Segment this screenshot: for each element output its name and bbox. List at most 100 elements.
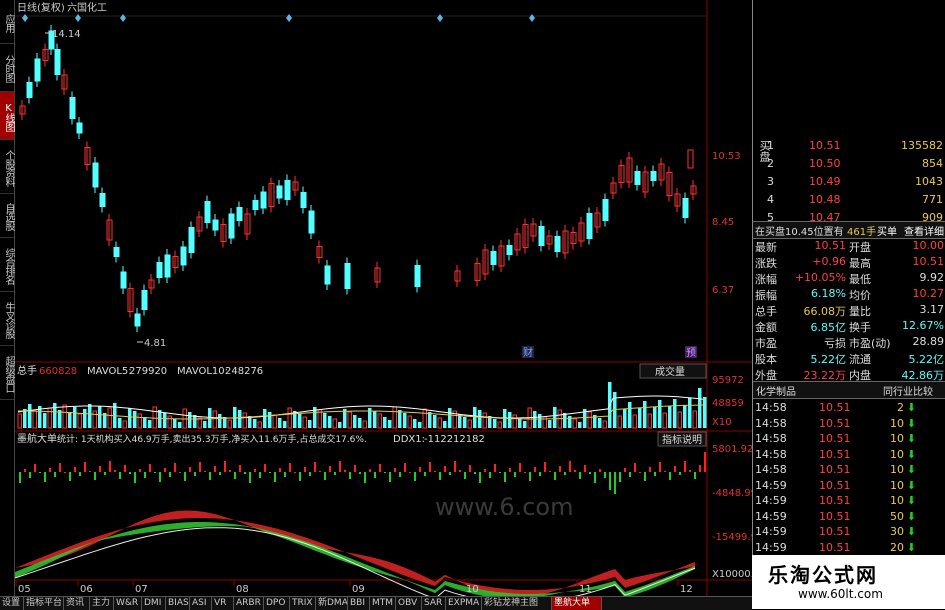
indicator-tab[interactable]: ARBR [234, 597, 264, 610]
candle [236, 207, 243, 221]
bid-volume: 135582 [901, 139, 943, 152]
ddx-bar [609, 472, 611, 490]
bid-row[interactable]: 1 10.51 135582 [767, 138, 945, 154]
sidebar-tab[interactable]: 牛叉诊股 [0, 292, 14, 346]
tab-industry[interactable]: 化学制品 [756, 383, 796, 398]
indicator-tab[interactable]: 彩钻龙神主图 [482, 597, 552, 610]
event-diamond[interactable] [120, 14, 126, 22]
buy-order-button[interactable]: 买单 [877, 223, 897, 238]
quote-label: 均价 [849, 289, 871, 302]
volume-bar [643, 401, 647, 428]
indicator-tab[interactable]: BIAS [166, 597, 190, 610]
quote-value: +10.05% [794, 271, 846, 284]
event-diamond[interactable] [286, 14, 292, 22]
indicator-tab[interactable]: TRIX [290, 597, 316, 610]
volume-bar [683, 405, 687, 428]
volume-bar [662, 412, 667, 429]
vol-ma5-value: 279920 [129, 366, 167, 377]
quote-label: 涨幅 [755, 273, 777, 286]
volume-bar [602, 420, 607, 429]
indicator-tab[interactable]: MTM [370, 597, 396, 610]
ddx-bar [269, 472, 271, 473]
volume-bar [692, 410, 697, 429]
candle [506, 245, 513, 255]
tick-volume: 20 [890, 540, 904, 554]
indicator-tab[interactable]: DMI [142, 597, 166, 610]
ddx-bar [429, 462, 431, 472]
vol-ma5-label: MAVOL5: [87, 366, 132, 377]
volume-bar [373, 411, 377, 428]
volume-bar [278, 418, 282, 428]
date-axis-label: 12 [680, 584, 693, 595]
ddx-bar [679, 472, 681, 475]
sidebar-tab[interactable]: 综合排名 [0, 238, 14, 292]
volume-bar [538, 414, 542, 428]
indicator-tab[interactable]: 设置 [0, 597, 24, 610]
sidebar-tab[interactable]: 应用 [0, 0, 14, 44]
indicator-tab[interactable]: VR [212, 597, 234, 610]
volume-bar [587, 411, 592, 429]
ddx-bar [544, 462, 546, 472]
ddx-bar [459, 470, 461, 472]
ddx-bar [49, 468, 51, 472]
indicator-tab[interactable]: ASI [190, 597, 212, 610]
ddx-bar [289, 463, 291, 472]
sidebar-tab[interactable]: 超级盘口 [0, 346, 14, 400]
ddx-bar [664, 471, 666, 472]
bid-price: 10.49 [809, 175, 841, 188]
indicator-tab[interactable]: 资讯 [64, 597, 90, 610]
volume-bar [208, 408, 212, 428]
indicator-tab[interactable]: 主力 [90, 597, 114, 610]
ddx-bar [579, 472, 581, 479]
volume-bar [32, 410, 37, 429]
sidebar-tab[interactable]: K线图 [0, 92, 14, 140]
bid-row[interactable]: 3 10.49 1043 [767, 174, 945, 190]
tick-volume: 10 [890, 447, 904, 461]
bid-row[interactable]: 4 10.48 771 [767, 192, 945, 208]
tick-price: 10.51 [819, 432, 851, 445]
event-diamond[interactable] [437, 14, 443, 22]
indicator-tab[interactable]: 墨航大单 [552, 597, 602, 610]
sidebar-tab[interactable]: 自选股 [0, 194, 14, 238]
event-diamond[interactable] [529, 14, 535, 22]
volume-bar [578, 422, 582, 428]
financial-marker[interactable]: 财 [523, 346, 533, 359]
indicator-tab[interactable]: DPO [264, 597, 290, 610]
indicator-tab[interactable]: W&R [114, 597, 142, 610]
bid-volume: 1043 [915, 175, 943, 188]
price-axis-label: 6.37 [712, 285, 734, 296]
view-detail-button[interactable]: 查看详细 [904, 223, 944, 238]
quote-row: 涨幅 +10.05% 最低 9.92 [753, 270, 945, 286]
ddx-bar [299, 472, 301, 481]
quote-value: 6.18% [811, 287, 846, 300]
ddx-label: DDX1: [393, 434, 425, 445]
event-diamond[interactable] [22, 14, 28, 22]
indicator-tab[interactable]: 指标平台 [24, 597, 64, 610]
indicator-name: 墨航大单 [17, 432, 57, 445]
sidebar-tab[interactable]: 分时图 [0, 44, 14, 92]
tick-row: 14:59 10.51 20 ⬇ [753, 540, 945, 556]
tab-peer-compare[interactable]: 同行业比较 [883, 383, 933, 398]
event-diamond[interactable] [75, 14, 81, 22]
ddx-bar [244, 472, 246, 474]
volume-bar [197, 417, 202, 429]
ddx-bar [599, 469, 601, 472]
indicator-tab[interactable]: SAR [422, 597, 446, 610]
quote-row: 市盈 亏损 市盈(动) 28.89 [753, 334, 945, 350]
ddx-bar [479, 472, 481, 483]
forecast-marker[interactable]: 预 [686, 347, 696, 359]
quote-label: 流通 [849, 353, 871, 366]
volume-bar [193, 415, 197, 428]
indicator-tab[interactable]: 新DMA [316, 597, 348, 610]
vol-ma10-value: 248276 [225, 366, 263, 377]
quote-value: 28.89 [912, 335, 945, 348]
bid-row[interactable]: 2 10.50 854 [767, 156, 945, 172]
indicator-tab[interactable]: EXPMA [446, 597, 482, 610]
tick-time: 14:58 [755, 432, 787, 445]
indicator-tab[interactable]: OBV [396, 597, 422, 610]
tick-time: 14:58 [755, 401, 787, 414]
indicator-tab[interactable]: BBI [348, 597, 370, 610]
sidebar-tab[interactable]: 个股资料 [0, 140, 14, 194]
quote-value: 5.22亿 [908, 353, 945, 366]
ddx-bar [359, 472, 361, 474]
